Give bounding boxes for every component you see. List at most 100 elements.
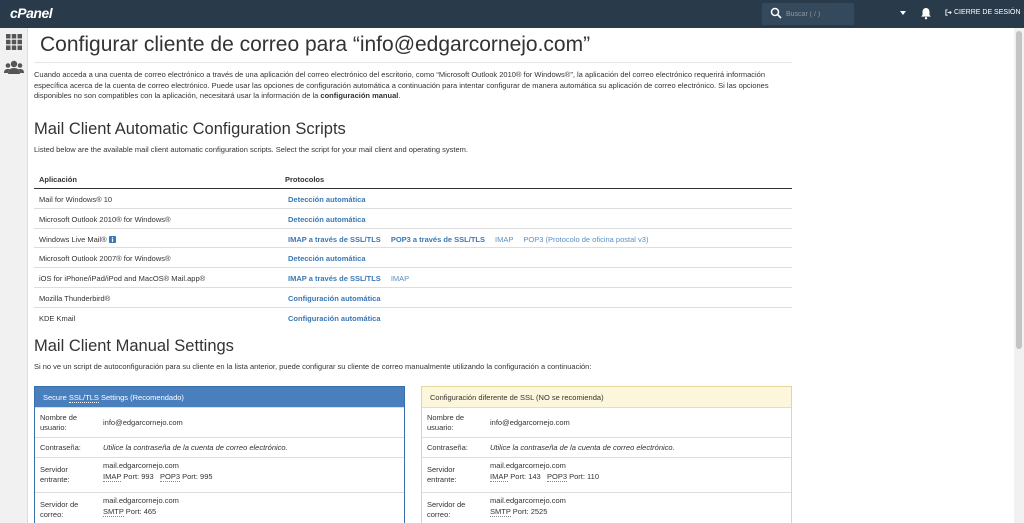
table-row: Microsoft Outlook 2007® for Windows® Det… — [34, 248, 792, 269]
table-row: Microsoft Outlook 2010® for Windows® Det… — [34, 209, 792, 229]
password-label: Contraseña: — [40, 443, 81, 452]
outgoing-label-line2: correo: — [40, 510, 64, 519]
incoming-server-label: Servidor entrante: — [427, 465, 457, 485]
username-label: Nombre de usuario: — [40, 413, 77, 433]
username-row: Nombre de usuario: info@edgarcornejo.com — [35, 407, 404, 437]
password-hint-text: Utilice la contraseña de la cuenta de co… — [490, 443, 675, 452]
incoming-ports: IMAP Port: 993 POP3 Port: 995 — [103, 472, 213, 482]
app-name: Mail for Windows® 10 — [39, 195, 113, 204]
manual-settings-subtitle: Si no ve un script de autoconfiguración … — [34, 362, 592, 371]
pop3-abbr: POP3 — [547, 472, 568, 482]
panel-title-abbr: SSL/TLS — [68, 393, 99, 403]
outgoing-server-label: Servidor de correo: — [427, 500, 465, 520]
incoming-server-row: Servidor entrante: mail.edgarcornejo.com … — [35, 457, 404, 492]
incoming-label-line2: entrante: — [40, 475, 70, 484]
app-name: Microsoft Outlook 2007® for Windows® — [39, 254, 171, 264]
autoconfig-link[interactable]: Configuración automática — [288, 294, 381, 303]
logout-label: CIERRE DE SESIÓN — [954, 9, 1021, 16]
password-hint: Utilice la contraseña de la cuenta de co… — [103, 443, 288, 453]
bell-icon[interactable] — [920, 7, 932, 20]
autoconfig-link[interactable]: Configuración automática — [288, 314, 381, 323]
grid-icon[interactable] — [6, 34, 22, 50]
table-row: Mail for Windows® 10 Detección automátic… — [34, 189, 792, 209]
page-title: Configurar cliente de correo para “info@… — [40, 33, 591, 56]
outgoing-server-label: Servidor de correo: — [40, 500, 78, 520]
username-row: Nombre de usuario: info@edgarcornejo.com — [422, 407, 791, 437]
incoming-server-host: mail.edgarcornejo.com — [103, 461, 179, 470]
imap-port: Port: 993 — [123, 472, 154, 481]
username-value: info@edgarcornejo.com — [103, 418, 183, 427]
incoming-label-line2: entrante: — [427, 475, 457, 484]
autodetect-link[interactable]: Detección automática — [288, 195, 366, 204]
intro-text: Cuando acceda a una cuenta de correo ele… — [34, 70, 794, 102]
password-row: Contraseña: Utilice la contraseña de la … — [35, 437, 404, 457]
smtp-port: Port: 2525 — [512, 507, 548, 516]
autodetect-link[interactable]: Detección automática — [288, 215, 366, 224]
imap-abbr: IMAP — [490, 472, 509, 482]
username-label-line2: usuario: — [427, 423, 454, 432]
outgoing-label-line1: Servidor de — [427, 500, 466, 509]
table-row: KDE Kmail Configuración automática — [34, 308, 792, 328]
imap-abbr: IMAP — [103, 472, 122, 482]
table-row: iOS for iPhone/iPad/iPod and MacOS® Mail… — [34, 268, 792, 288]
username-label: Nombre de usuario: — [427, 413, 464, 433]
incoming-label-line1: Servidor — [427, 465, 455, 474]
outgoing-port: SMTP Port: 465 — [103, 507, 156, 517]
imap-ssl-link[interactable]: IMAP a través de SSL/TLS — [288, 235, 381, 244]
sidebar — [0, 28, 28, 523]
non-ssl-settings-panel: Configuración diferente de SSL (NO se re… — [421, 386, 792, 523]
page-scrollbar[interactable] — [1014, 28, 1024, 523]
imap-ssl-link[interactable]: IMAP a través de SSL/TLS — [288, 274, 381, 283]
pop3-link[interactable]: POP3 (Protocolo de oficina postal v3) — [523, 235, 648, 244]
incoming-server-label: Servidor entrante: — [40, 465, 70, 485]
username-label-line2: usuario: — [40, 423, 67, 432]
smtp-abbr: SMTP — [103, 507, 124, 517]
app-name: Microsoft Outlook 2010® for Windows® — [39, 214, 171, 224]
manual-config-link[interactable]: configuración manual — [320, 91, 398, 100]
password-label: Contraseña: — [427, 443, 468, 452]
manual-settings-heading: Mail Client Manual Settings — [34, 337, 234, 355]
users-icon[interactable] — [4, 59, 24, 75]
incoming-server-host: mail.edgarcornejo.com — [490, 461, 566, 470]
panel-title-post: Settings (Recomendado) — [98, 393, 184, 402]
title-divider — [34, 62, 792, 63]
username-label-line1: Nombre de — [40, 413, 78, 422]
search-box[interactable] — [762, 3, 854, 25]
imap-link[interactable]: IMAP — [391, 274, 409, 283]
pop3-ssl-link[interactable]: POP3 a través de SSL/TLS — [391, 235, 485, 244]
app-name: KDE Kmail — [39, 313, 76, 323]
table-row: Mozilla Thunderbird® Configuración autom… — [34, 288, 792, 308]
scrollbar-thumb[interactable] — [1016, 31, 1022, 349]
auto-config-heading: Mail Client Automatic Configuration Scri… — [34, 120, 346, 138]
intro-text-end: . — [398, 91, 401, 100]
logout-button[interactable]: CIERRE DE SESIÓN — [945, 9, 1021, 16]
pop3-abbr: POP3 — [160, 472, 181, 482]
outgoing-label-line2: correo: — [427, 510, 451, 519]
username-label-line1: Nombre de — [427, 413, 465, 422]
password-hint-text: Utilice la contraseña de la cuenta de co… — [103, 443, 288, 452]
pop3-port: Port: 995 — [182, 472, 213, 481]
chevron-down-icon[interactable] — [900, 11, 906, 15]
autodetect-link[interactable]: Detección automática — [288, 254, 366, 263]
password-row: Contraseña: Utilice la contraseña de la … — [422, 437, 791, 457]
outgoing-port: SMTP Port: 2525 — [490, 507, 547, 517]
column-header-app: Aplicación — [39, 175, 77, 184]
imap-link[interactable]: IMAP — [495, 235, 513, 244]
panel-heading: Configuración diferente de SSL (NO se re… — [422, 387, 791, 407]
username-value: info@edgarcornejo.com — [490, 418, 570, 427]
secure-settings-panel: Secure SSL/TLS Settings (Recomendado) No… — [34, 386, 405, 523]
info-icon[interactable] — [108, 235, 116, 243]
table-row: Windows Live Mail® IMAP a través de SSL/… — [34, 229, 792, 249]
app-name-text: Windows Live Mail® — [39, 234, 107, 244]
panel-title-pre: Secure — [43, 393, 69, 402]
app-name: iOS for iPhone/iPad/iPod and MacOS® Mail… — [39, 274, 206, 284]
password-hint: Utilice la contraseña de la cuenta de co… — [490, 443, 675, 453]
table-header: Aplicación Protocolos — [34, 171, 792, 189]
app-name: Windows Live Mail® — [39, 235, 116, 244]
smtp-port: Port: 465 — [125, 507, 157, 516]
cpanel-logo[interactable]: cPanel — [10, 5, 53, 21]
outgoing-server-host: mail.edgarcornejo.com — [490, 496, 566, 505]
incoming-label-line1: Servidor — [40, 465, 68, 474]
intro-text-body: Cuando acceda a una cuenta de correo ele… — [34, 70, 769, 100]
search-input[interactable] — [784, 6, 850, 22]
